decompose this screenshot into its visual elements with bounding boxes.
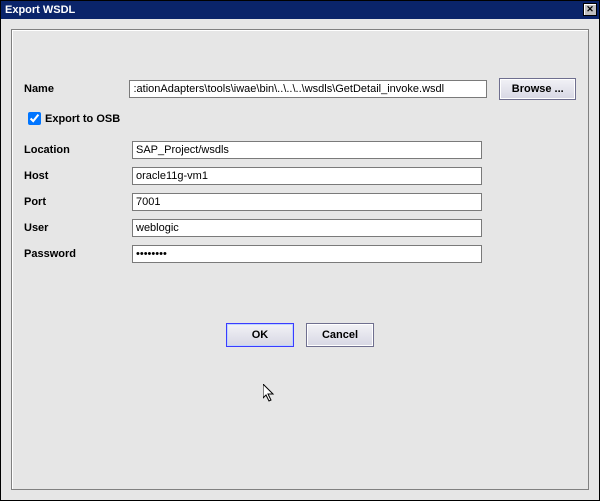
close-icon: ✕ (586, 5, 594, 14)
user-label: User (24, 222, 132, 234)
browse-button[interactable]: Browse ... (499, 78, 576, 100)
port-field[interactable] (132, 193, 482, 211)
name-label: Name (24, 83, 129, 95)
ok-button[interactable]: OK (226, 323, 294, 347)
user-field[interactable] (132, 219, 482, 237)
name-field[interactable] (129, 80, 487, 98)
export-to-osb-label: Export to OSB (45, 113, 120, 125)
port-label: Port (24, 196, 132, 208)
location-label: Location (24, 144, 132, 156)
titlebar: Export WSDL ✕ (1, 1, 599, 19)
password-label: Password (24, 248, 132, 260)
host-field[interactable] (132, 167, 482, 185)
location-field[interactable] (132, 141, 482, 159)
export-wsdl-dialog: Export WSDL ✕ Name Browse ... Export to … (0, 0, 600, 501)
export-to-osb-checkbox[interactable] (28, 112, 41, 125)
close-button[interactable]: ✕ (583, 3, 597, 16)
window-title: Export WSDL (5, 4, 75, 16)
password-field[interactable] (132, 245, 482, 263)
main-panel: Name Browse ... Export to OSB Location H… (11, 29, 589, 490)
host-label: Host (24, 170, 132, 182)
cancel-button[interactable]: Cancel (306, 323, 374, 347)
